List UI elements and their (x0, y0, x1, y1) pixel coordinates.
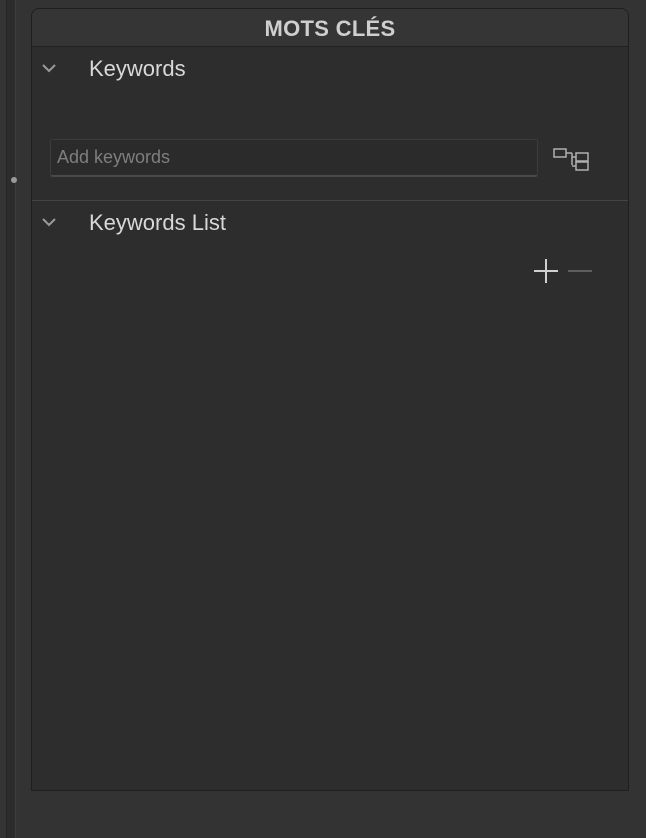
keywords-section-title: Keywords (89, 56, 186, 81)
panel-title: MOTS CLÉS (264, 15, 396, 41)
panel-splitter[interactable] (6, 0, 16, 838)
keywords-section: Keywords (32, 47, 628, 201)
chevron-down-icon[interactable] (40, 215, 58, 229)
add-keywords-input[interactable] (50, 139, 538, 177)
plus-icon[interactable] (532, 257, 560, 285)
keywords-panel: MOTS CLÉS Keywords Add keywords Keywords… (31, 8, 629, 791)
splitter-handle[interactable] (11, 177, 17, 183)
chevron-down-icon[interactable] (40, 61, 58, 75)
bottom-strip (31, 791, 629, 838)
keywords-list-tools (532, 257, 594, 285)
minus-icon[interactable] (566, 257, 594, 285)
keywords-section-header[interactable]: Keywords (32, 47, 628, 91)
keywords-list-section-header[interactable]: Keywords List (32, 201, 628, 245)
keywords-list-section: Keywords List (32, 201, 628, 790)
app-window: MOTS CLÉS Keywords Add keywords Keywords… (0, 0, 646, 838)
hierarchy-tree-icon[interactable] (553, 145, 591, 173)
keywords-list-section-title: Keywords List (89, 210, 226, 235)
panel-header: MOTS CLÉS (32, 9, 628, 47)
